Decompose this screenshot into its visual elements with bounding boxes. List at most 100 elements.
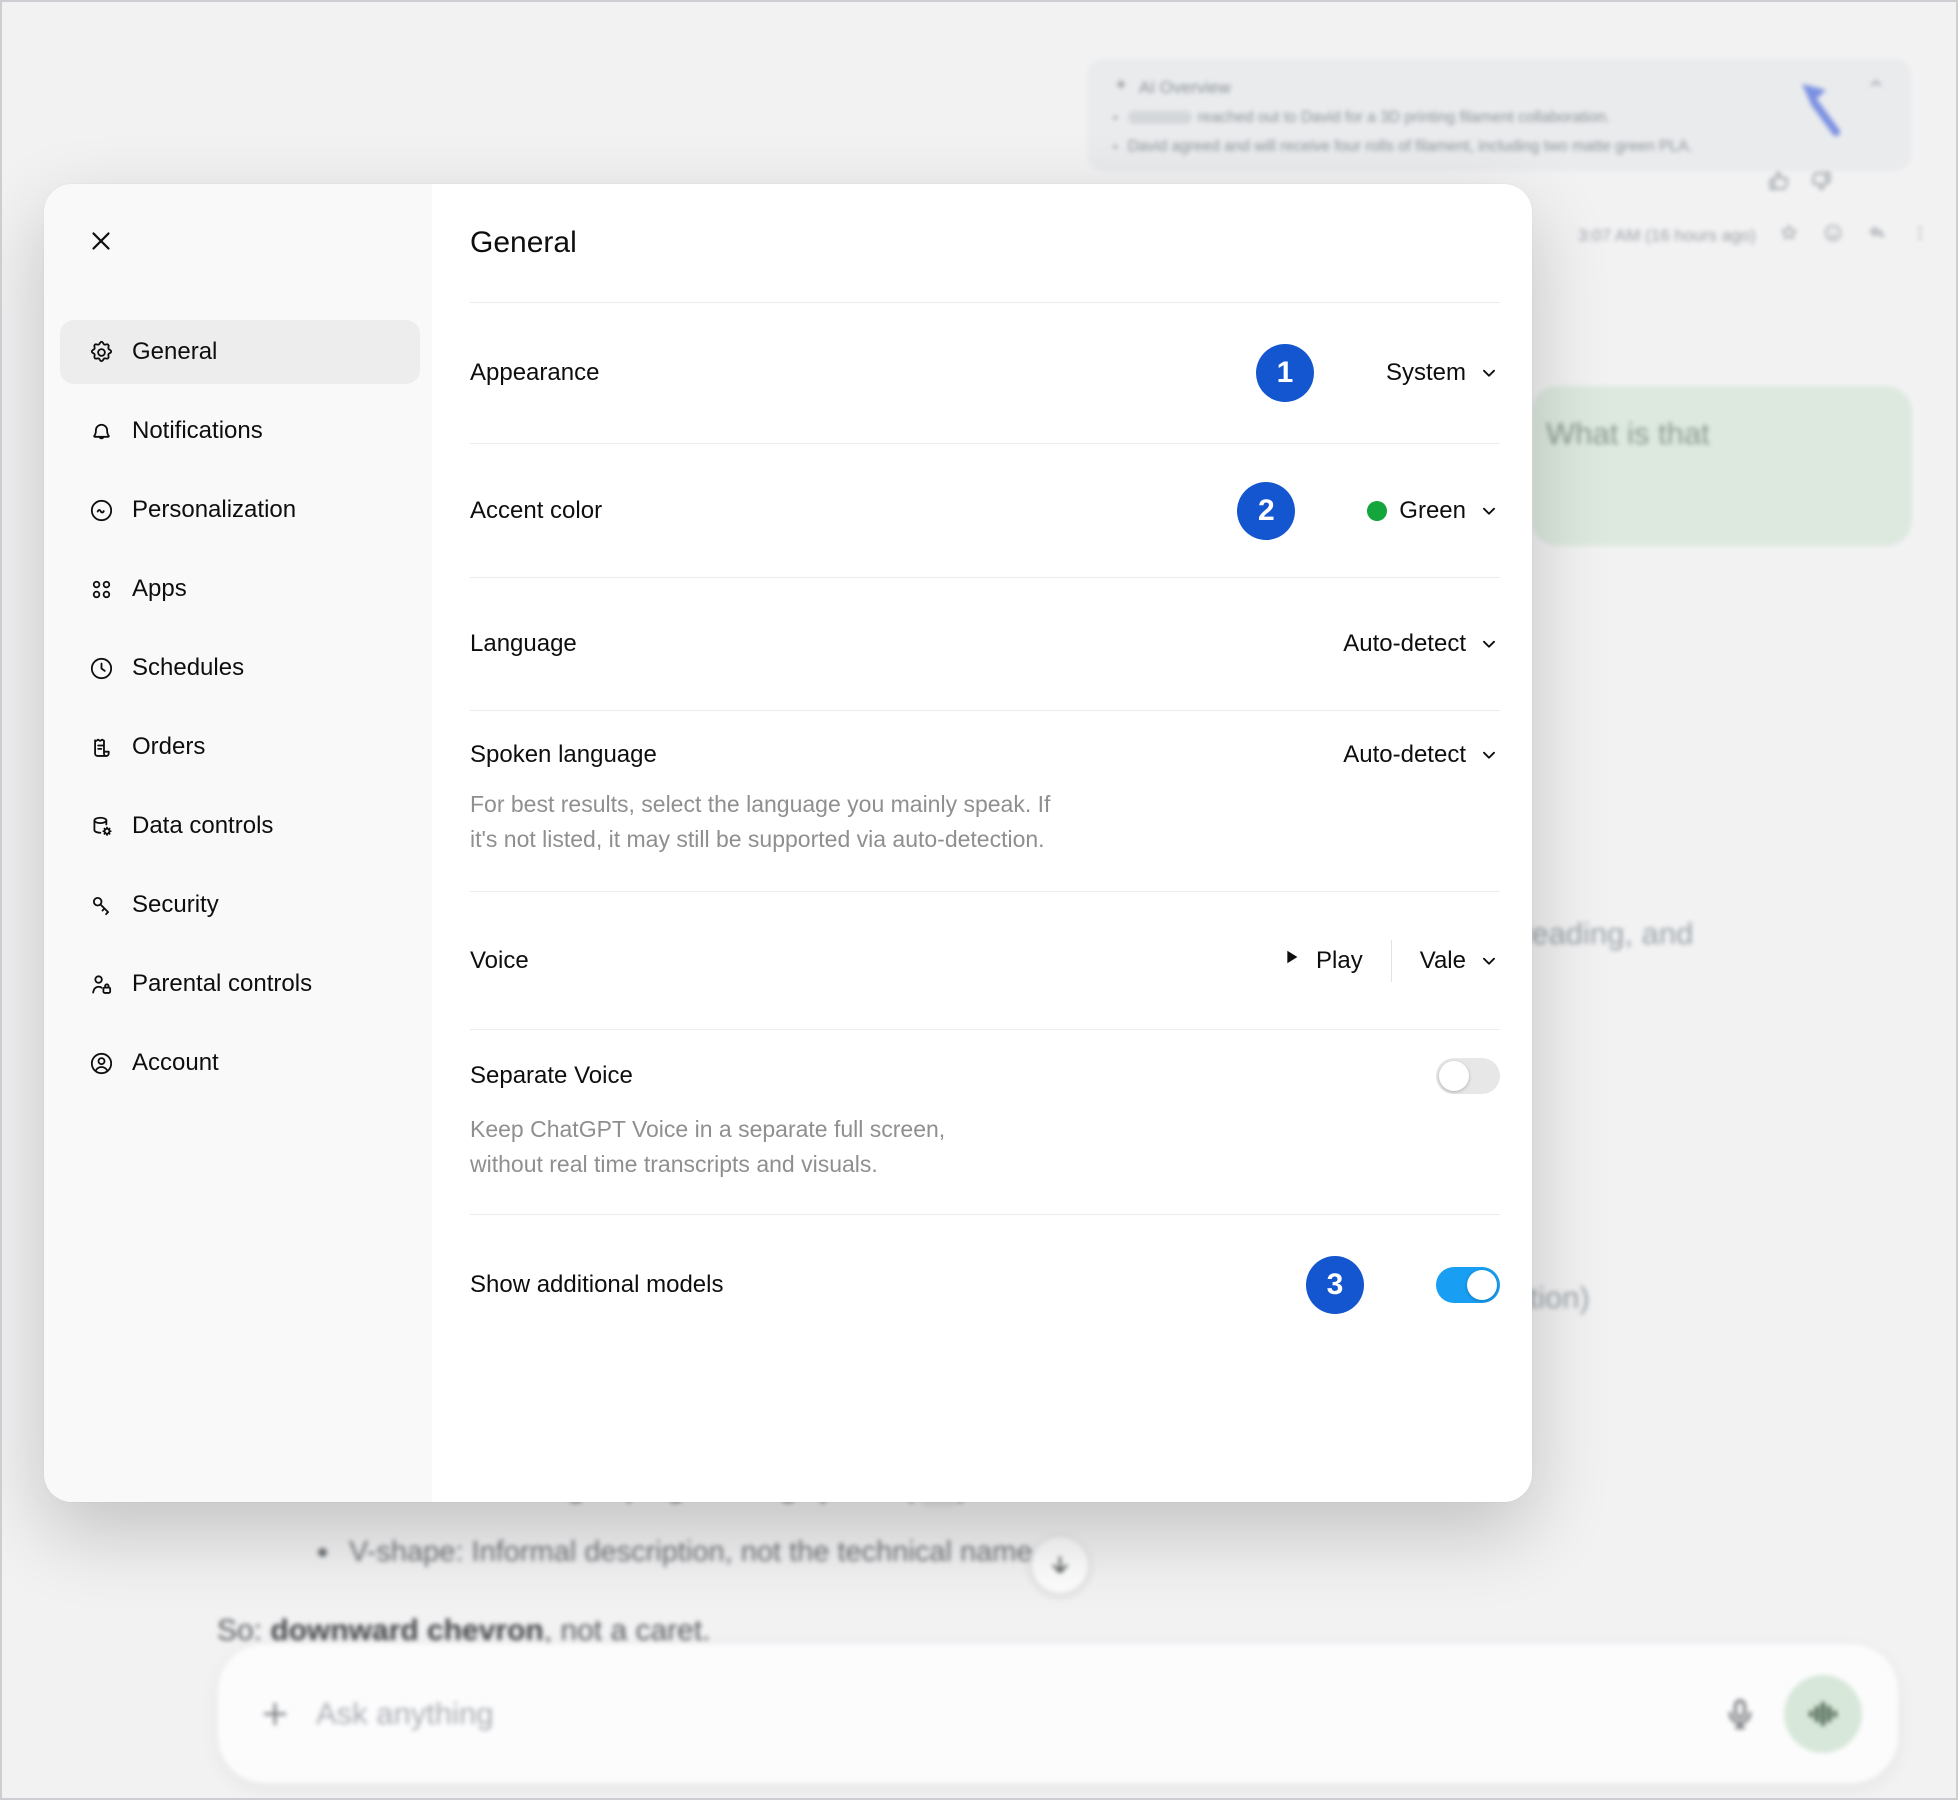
sidebar-item-label: Parental controls	[132, 970, 312, 998]
emoji-icon[interactable]	[1822, 222, 1844, 249]
show-additional-models-toggle[interactable]	[1436, 1267, 1500, 1303]
sidebar-item-label: Security	[132, 891, 219, 919]
setting-label: Language	[470, 630, 577, 658]
microphone-icon[interactable]	[1722, 1696, 1758, 1732]
bell-icon	[88, 418, 115, 445]
dropdown-value: Auto-detect	[1343, 630, 1466, 658]
setting-label: Spoken language	[470, 741, 657, 769]
message-timestamp: 3:07 AM (16 hours ago)	[1578, 226, 1756, 246]
personalization-face-icon	[88, 497, 115, 524]
bullet-dot: •	[1113, 109, 1118, 127]
thumbs-down-icon[interactable]	[1808, 168, 1834, 199]
chevron-down-icon	[1478, 362, 1500, 384]
setting-row-language: Language Auto-detect	[470, 577, 1500, 710]
bullet-dot: •	[1113, 138, 1118, 156]
database-gear-icon	[88, 813, 115, 840]
setting-row-separate-voice: Separate Voice Keep ChatGPT Voice in a s…	[470, 1029, 1500, 1214]
accent-color-dropdown[interactable]: Green	[1367, 497, 1500, 525]
settings-sidebar: General Notifications Personalization Ap…	[44, 184, 432, 1502]
green-color-swatch	[1367, 501, 1387, 521]
ai-overview-bullet-text: reached out to David for a 3D printing f…	[1198, 109, 1611, 126]
sidebar-item-label: Account	[132, 1049, 219, 1077]
annotation-badge-1: 1	[1256, 344, 1314, 402]
sidebar-item-schedules[interactable]: Schedules	[60, 636, 420, 700]
key-icon	[88, 892, 115, 919]
vshape-line: V-shape: Informal description, not the t…	[349, 1536, 1033, 1569]
setting-row-appearance: Appearance 1 System	[470, 302, 1500, 443]
toggle-knob	[1467, 1270, 1497, 1300]
sparkle-icon	[1113, 77, 1129, 98]
sidebar-item-label: Schedules	[132, 654, 244, 682]
separate-voice-toggle[interactable]	[1436, 1058, 1500, 1094]
setting-description: For best results, select the language yo…	[470, 787, 1500, 857]
dropdown-value: System	[1386, 359, 1466, 387]
setting-description: Keep ChatGPT Voice in a separate full sc…	[470, 1112, 1500, 1182]
apps-grid-icon	[88, 576, 115, 603]
user-message-text: What is that	[1546, 416, 1710, 451]
dropdown-value: Vale	[1420, 947, 1466, 975]
sidebar-item-label: Data controls	[132, 812, 273, 840]
composer-placeholder[interactable]: Ask anything	[316, 1696, 1722, 1732]
voice-mode-button[interactable]	[1784, 1675, 1862, 1753]
setting-label: Separate Voice	[470, 1062, 633, 1090]
sidebar-item-general[interactable]: General	[60, 320, 420, 384]
spoken-language-dropdown[interactable]: Auto-detect	[1343, 741, 1500, 769]
receipt-icon	[88, 734, 115, 761]
clock-icon	[88, 655, 115, 682]
sidebar-item-data-controls[interactable]: Data controls	[60, 794, 420, 858]
bullet-dot	[318, 1548, 327, 1557]
dropdown-value: Green	[1399, 497, 1466, 525]
settings-panel: General Appearance 1 System Accent color…	[432, 184, 1532, 1502]
account-circle-icon	[88, 1050, 115, 1077]
sidebar-item-orders[interactable]: Orders	[60, 715, 420, 779]
sidebar-item-label: Apps	[132, 575, 187, 603]
person-lock-icon	[88, 971, 115, 998]
language-dropdown[interactable]: Auto-detect	[1343, 630, 1500, 658]
play-icon	[1280, 946, 1302, 975]
sidebar-item-personalization[interactable]: Personalization	[60, 478, 420, 542]
star-icon[interactable]	[1778, 222, 1800, 249]
sidebar-item-security[interactable]: Security	[60, 873, 420, 937]
gear-icon	[88, 339, 115, 366]
screenshot: AI Overview • reached out to David for a…	[0, 0, 1958, 1800]
voice-play-button[interactable]: Play	[1280, 946, 1363, 975]
collapse-chevron-icon[interactable]	[1867, 75, 1885, 98]
mouse-cursor-arrow	[1796, 80, 1858, 151]
more-options-icon[interactable]	[1910, 223, 1930, 248]
setting-label: Show additional models	[470, 1271, 724, 1299]
ai-overview-bullet: • reached out to David for a 3D printing…	[1113, 109, 1885, 127]
ai-overview-bullet: • David agreed and will receive four rol…	[1113, 138, 1885, 156]
list-item: V-shape: Informal description, not the t…	[318, 1536, 1033, 1569]
appearance-dropdown[interactable]: System	[1386, 359, 1500, 387]
annotation-badge-2: 2	[1237, 482, 1295, 540]
user-message-bubble: What is that	[1532, 386, 1912, 546]
sidebar-item-label: Orders	[132, 733, 205, 761]
sidebar-item-label: Personalization	[132, 496, 296, 524]
sidebar-item-account[interactable]: Account	[60, 1031, 420, 1095]
play-label: Play	[1316, 947, 1363, 975]
divider	[1391, 940, 1392, 982]
dropdown-value: Auto-detect	[1343, 741, 1466, 769]
chat-composer[interactable]: Ask anything	[217, 1643, 1899, 1784]
ai-overview-title: AI Overview	[1139, 78, 1231, 98]
chevron-down-icon	[1478, 950, 1500, 972]
sidebar-item-parental-controls[interactable]: Parental controls	[60, 952, 420, 1016]
close-button[interactable]	[80, 220, 122, 262]
attach-plus-icon[interactable]	[258, 1697, 292, 1731]
scroll-to-bottom-button[interactable]	[1032, 1537, 1088, 1593]
voice-dropdown[interactable]: Vale	[1420, 947, 1500, 975]
redacted-name	[1128, 111, 1192, 124]
thumbs-up-icon[interactable]	[1766, 168, 1792, 199]
panel-title: General	[470, 184, 1500, 302]
sidebar-item-apps[interactable]: Apps	[60, 557, 420, 621]
setting-row-show-additional-models: Show additional models 3	[470, 1214, 1500, 1354]
ai-overview-bullet-text: David agreed and will receive four rolls…	[1128, 138, 1693, 156]
setting-row-spoken-language: Spoken language Auto-detect For best res…	[470, 710, 1500, 891]
message-fragment: reading, and	[1521, 916, 1693, 952]
sidebar-item-notifications[interactable]: Notifications	[60, 399, 420, 463]
reply-icon[interactable]	[1866, 222, 1888, 249]
chevron-down-icon	[1478, 500, 1500, 522]
ai-overview-card: AI Overview • reached out to David for a…	[1087, 59, 1911, 171]
toggle-knob	[1439, 1061, 1469, 1091]
setting-row-accent-color: Accent color 2 Green	[470, 443, 1500, 577]
